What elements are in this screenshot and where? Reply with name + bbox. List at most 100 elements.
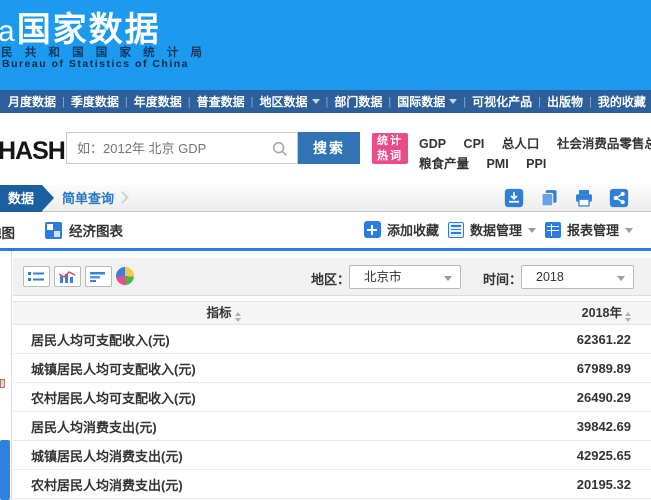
plus-icon	[364, 221, 381, 238]
nav-item-annual[interactable]: 年度数据	[134, 93, 182, 110]
page: a国家数据 民 共 和 国 国 家 统 计 局 Bureau of Statis…	[0, 0, 651, 500]
indicator-label: 城镇居民人均可支配收入(元)	[13, 359, 434, 378]
management-actions: 添加收藏 数据管理 报表管理	[364, 220, 633, 239]
nav-item-publications[interactable]: 出版物	[547, 93, 583, 110]
print-icon[interactable]	[574, 188, 594, 208]
nav-item-monthly[interactable]: 月度数据	[8, 93, 56, 110]
tab-data[interactable]: 数据	[0, 185, 42, 212]
main-nav: 月度数据 | 季度数据 | 年度数据 | 普查数据 | 地区数据 | 部门数据 | 国际数据…	[0, 90, 651, 113]
table-row[interactable]: 农村居民人均可支配收入(元) 26490.29	[13, 383, 651, 412]
table-row[interactable]: 城镇居民人均消费支出(元) 42925.65	[13, 441, 651, 470]
data-table: 指标 2018年 居民人均可支配收入(元) 62361.22 城镇居民人均可支配…	[13, 301, 651, 499]
economic-charts-label: 经济图表	[69, 220, 123, 240]
share-icon[interactable]	[609, 188, 629, 208]
scrollbar-thumb[interactable]	[0, 440, 10, 500]
nav-separator: |	[388, 96, 391, 108]
page-tools	[504, 188, 629, 208]
sort-icon[interactable]	[625, 309, 631, 325]
indicator-value: 26490.29	[434, 390, 651, 405]
chevron-down-icon	[312, 99, 320, 108]
column-header-year[interactable]: 2018年	[434, 302, 651, 325]
chevron-down-icon	[444, 276, 452, 285]
chevron-down-icon	[617, 276, 625, 285]
nav-item-census[interactable]: 普查数据	[197, 93, 245, 110]
table-header-row: 指标 2018年	[13, 301, 651, 325]
download-icon[interactable]	[504, 188, 524, 208]
nav-separator: |	[463, 96, 466, 108]
hotword-pmi[interactable]: PMI	[486, 157, 508, 171]
chevron-down-icon	[528, 228, 536, 237]
report-manage-button[interactable]: 报表管理	[545, 220, 633, 239]
view-switch-bar: 地图 经济图表 添加收藏 数据管理 报表管理	[0, 212, 651, 251]
table-row[interactable]: 农村居民人均消费支出(元) 20195.32	[13, 470, 651, 499]
region-select[interactable]: 北京市	[349, 265, 461, 289]
nav-separator: |	[326, 96, 329, 108]
time-select[interactable]: 2018	[521, 265, 634, 289]
nav-item-regional[interactable]: 地区数据	[260, 93, 320, 110]
chevron-down-icon	[625, 228, 633, 237]
search-band: HASHU 搜索 统计 热词 GDP CPI 总人口 社会消费品零售总额 粮食产…	[0, 113, 651, 185]
view-list-button[interactable]	[23, 266, 50, 287]
nav-separator: |	[62, 96, 65, 108]
time-label: 时间：	[483, 269, 522, 288]
search-input[interactable]	[67, 133, 267, 163]
hot-words-row2: 粮食产量 PMI PPI	[419, 153, 559, 173]
tab-data-map[interactable]: 地图	[0, 222, 15, 242]
nav-item-favorites[interactable]: 我的收藏	[598, 93, 646, 110]
chevron-right-icon	[116, 191, 129, 204]
indicator-value: 67989.89	[434, 361, 651, 376]
grid-icon	[45, 222, 62, 239]
indicator-value: 42925.65	[434, 448, 651, 463]
table-row[interactable]: 居民人均消费支出(元) 39842.69	[13, 412, 651, 441]
indicator-value: 39842.69	[434, 419, 651, 434]
indicator-value: 20195.32	[434, 477, 651, 492]
hotword-ppi[interactable]: PPI	[526, 157, 546, 171]
breadcrumb-simple-query[interactable]: 简单查询	[62, 185, 114, 212]
indicator-label: 农村居民人均可支配收入(元)	[13, 388, 434, 407]
indicator-label: 农村居民人均消费支出(元)	[13, 475, 434, 494]
hot-words-badge: 统计 热词	[372, 133, 408, 164]
search-button[interactable]: 搜索	[298, 132, 360, 164]
nav-item-visualization[interactable]: 可视化产品	[472, 93, 532, 110]
nav-item-international[interactable]: 国际数据	[397, 93, 457, 110]
column-header-indicator[interactable]: 指标	[13, 302, 434, 325]
hotword-grain[interactable]: 粮食产量	[419, 157, 469, 171]
list-view-icon	[27, 270, 46, 283]
document-icon	[448, 222, 464, 238]
view-column-chart-button[interactable]	[54, 266, 81, 287]
indicator-label: 城镇居民人均消费支出(元)	[13, 446, 434, 465]
org-name-english: Bureau of Statistics of China	[2, 58, 189, 70]
breadcrumb-bar: 数据 简单查询	[0, 185, 651, 212]
column-chart-icon	[58, 270, 77, 283]
table-row[interactable]: 居民人均可支配收入(元) 62361.22	[13, 325, 651, 354]
hot-badge-line2: 热词	[372, 149, 408, 164]
view-bar-chart-button[interactable]	[85, 266, 112, 287]
copy-icon[interactable]	[539, 188, 559, 208]
nav-separator: |	[251, 96, 254, 108]
nav-item-quarterly[interactable]: 季度数据	[71, 93, 119, 110]
region-label: 地区：	[311, 269, 350, 288]
hot-words-row1: GDP CPI 总人口 社会消费品零售总额	[419, 133, 651, 153]
nav-item-department[interactable]: 部门数据	[334, 93, 382, 110]
tab-economic-charts[interactable]: 经济图表	[45, 220, 123, 240]
indicator-value: 62361.22	[434, 332, 651, 347]
data-manage-button[interactable]: 数据管理	[448, 220, 536, 239]
indicator-label: 居民人均可支配收入(元)	[13, 330, 434, 349]
left-panel-edge	[0, 251, 12, 500]
table-grid-icon	[545, 222, 561, 238]
hotword-retail[interactable]: 社会消费品零售总额	[557, 137, 651, 151]
hotword-gdp[interactable]: GDP	[419, 137, 446, 151]
nav-separator: |	[538, 96, 541, 108]
query-panel: 地区： 北京市 时间： 2018 指标 2018年 居民人均可支配收入	[13, 251, 651, 500]
nav-separator: |	[125, 96, 128, 108]
sort-icon[interactable]	[235, 309, 241, 325]
add-favorite-button[interactable]: 添加收藏	[364, 220, 439, 239]
hotword-cpi[interactable]: CPI	[464, 137, 485, 151]
search-box	[66, 132, 298, 164]
table-row[interactable]: 城镇居民人均可支配收入(元) 67989.89	[13, 354, 651, 383]
hot-badge-line1: 统计	[372, 134, 408, 149]
view-pie-chart-button[interactable]	[116, 267, 134, 285]
chevron-down-icon	[449, 99, 457, 108]
hotword-population[interactable]: 总人口	[502, 137, 540, 151]
search-icon	[271, 140, 289, 158]
